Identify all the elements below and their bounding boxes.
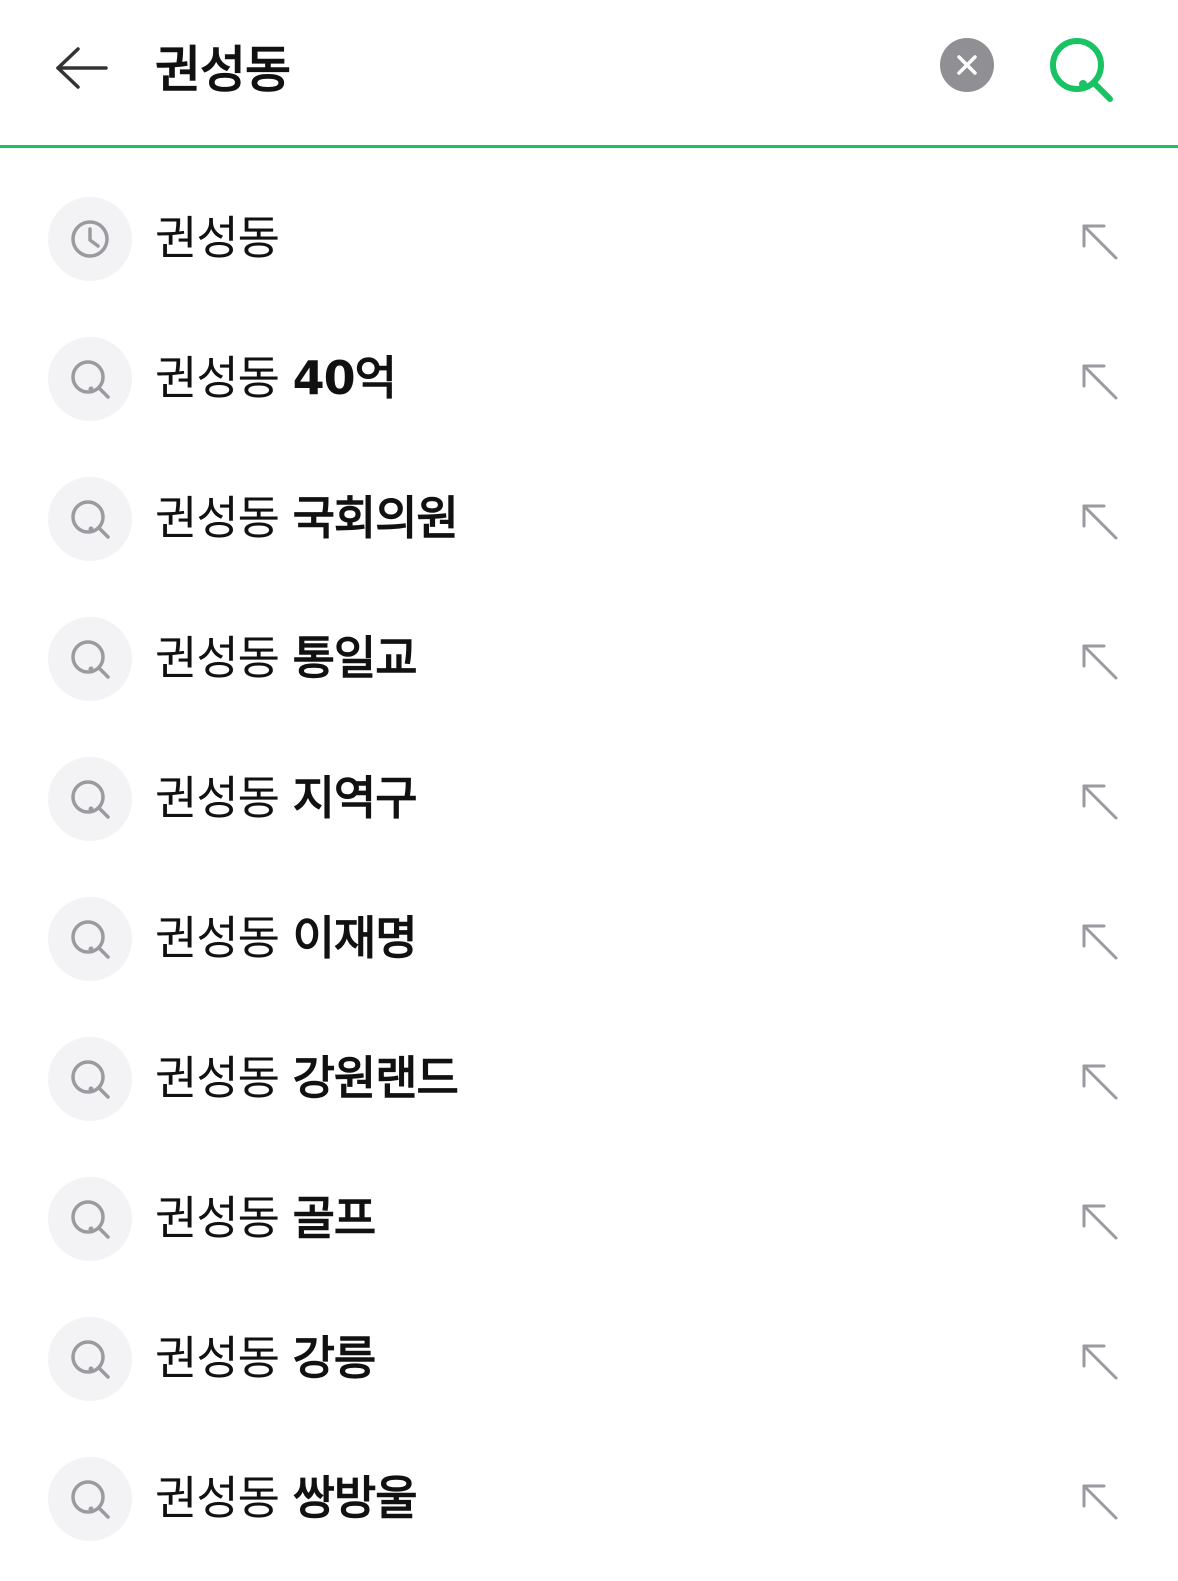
search-icon: [71, 500, 110, 539]
search-icon-badge: [48, 1177, 132, 1261]
search-header: 권성동: [0, 0, 1178, 148]
search-icon-badge: [48, 337, 132, 421]
suggestion-list: 권성동 권성동 40억 권성동 국회의원 권성동 통일교 권성동 지역구 권성동 이재명 권…: [0, 168, 1178, 1568]
fill-query-button[interactable]: [1072, 1334, 1128, 1390]
arrow-up-left-icon: [1082, 364, 1118, 400]
fill-query-button[interactable]: [1072, 494, 1128, 550]
arrow-up-left-icon: [1082, 504, 1118, 540]
search-icon: [71, 780, 110, 819]
search-input[interactable]: 권성동: [155, 30, 291, 110]
suggestion-text: 권성동 이재명: [155, 898, 418, 978]
suggestion-query-part: 권성동: [155, 1191, 280, 1245]
arrow-up-left-icon: [1082, 1204, 1118, 1240]
suggestion-text: 권성동 40억: [155, 338, 397, 418]
fill-query-button[interactable]: [1072, 914, 1128, 970]
search-icon: [71, 1060, 110, 1099]
history-item[interactable]: 권성동: [0, 168, 1178, 308]
arrow-up-left-icon: [1082, 644, 1118, 680]
back-button[interactable]: [46, 32, 118, 104]
fill-query-button[interactable]: [1072, 214, 1128, 270]
search-button[interactable]: [1040, 28, 1124, 112]
suggestion-query-part: 권성동: [155, 1471, 280, 1525]
arrow-left-icon: [56, 47, 108, 89]
suggestion-item[interactable]: 권성동 국회의원: [0, 448, 1178, 588]
suggestion-item[interactable]: 권성동 강원랜드: [0, 1008, 1178, 1148]
search-icon: [71, 360, 110, 399]
suggestion-query-part: 권성동: [155, 211, 280, 265]
fill-query-button[interactable]: [1072, 354, 1128, 410]
arrow-up-left-icon: [1082, 784, 1118, 820]
suggestion-query-part: 권성동: [155, 491, 280, 545]
suggestion-completion-part: 지역구: [292, 771, 418, 825]
suggestion-query-part: 권성동: [155, 1331, 280, 1385]
suggestion-text: 권성동 지역구: [155, 758, 418, 838]
search-icon-badge: [48, 617, 132, 701]
suggestion-completion-part: 40억: [292, 351, 397, 405]
close-icon: [957, 55, 977, 75]
suggestion-text: 권성동: [155, 198, 280, 278]
suggestion-item[interactable]: 권성동 이재명: [0, 868, 1178, 1008]
search-icon-badge: [48, 757, 132, 841]
suggestion-item[interactable]: 권성동 골프: [0, 1148, 1178, 1288]
suggestion-completion-part: 국회의원: [292, 491, 459, 545]
suggestion-query-part: 권성동: [155, 351, 280, 405]
clock-icon: [71, 220, 109, 258]
suggestion-text: 권성동 통일교: [155, 618, 418, 698]
suggestion-item[interactable]: 권성동 쌍방울: [0, 1428, 1178, 1568]
suggestion-query-part: 권성동: [155, 771, 280, 825]
search-icon-badge: [48, 1037, 132, 1121]
history-icon-badge: [48, 197, 132, 281]
suggestion-item[interactable]: 권성동 강릉: [0, 1288, 1178, 1428]
fill-query-button[interactable]: [1072, 1194, 1128, 1250]
suggestion-text: 권성동 강릉: [155, 1318, 377, 1398]
arrow-up-left-icon: [1082, 924, 1118, 960]
search-icon-badge: [48, 897, 132, 981]
search-icon: [1050, 38, 1113, 102]
suggestion-text: 권성동 쌍방울: [155, 1458, 418, 1538]
search-icon-badge: [48, 1317, 132, 1401]
fill-query-button[interactable]: [1072, 634, 1128, 690]
suggestion-item[interactable]: 권성동 지역구: [0, 728, 1178, 868]
suggestion-completion-part: 이재명: [292, 911, 418, 965]
search-icon-badge: [48, 477, 132, 561]
suggestion-query-part: 권성동: [155, 1051, 280, 1105]
suggestion-text: 권성동 국회의원: [155, 478, 459, 558]
search-icon: [71, 640, 110, 679]
suggestion-completion-part: 쌍방울: [292, 1471, 418, 1525]
suggestion-completion-part: 강원랜드: [292, 1051, 459, 1105]
fill-query-button[interactable]: [1072, 1474, 1128, 1530]
fill-query-button[interactable]: [1072, 774, 1128, 830]
search-icon: [71, 1480, 110, 1519]
fill-query-button[interactable]: [1072, 1054, 1128, 1110]
suggestion-item[interactable]: 권성동 통일교: [0, 588, 1178, 728]
suggestion-query-part: 권성동: [155, 631, 280, 685]
search-icon: [71, 1340, 110, 1379]
arrow-up-left-icon: [1082, 224, 1118, 260]
search-icon: [71, 920, 110, 959]
arrow-up-left-icon: [1082, 1064, 1118, 1100]
arrow-up-left-icon: [1082, 1484, 1118, 1520]
suggestion-completion-part: 골프: [292, 1191, 377, 1245]
suggestion-query-part: 권성동: [155, 911, 280, 965]
clear-button[interactable]: [940, 38, 994, 92]
arrow-up-left-icon: [1082, 1344, 1118, 1380]
search-icon: [71, 1200, 110, 1239]
suggestion-completion-part: 통일교: [292, 631, 418, 685]
suggestion-text: 권성동 골프: [155, 1178, 377, 1258]
suggestion-completion-part: 강릉: [292, 1331, 377, 1385]
search-icon-badge: [48, 1457, 132, 1541]
suggestion-text: 권성동 강원랜드: [155, 1038, 459, 1118]
suggestion-item[interactable]: 권성동 40억: [0, 308, 1178, 448]
